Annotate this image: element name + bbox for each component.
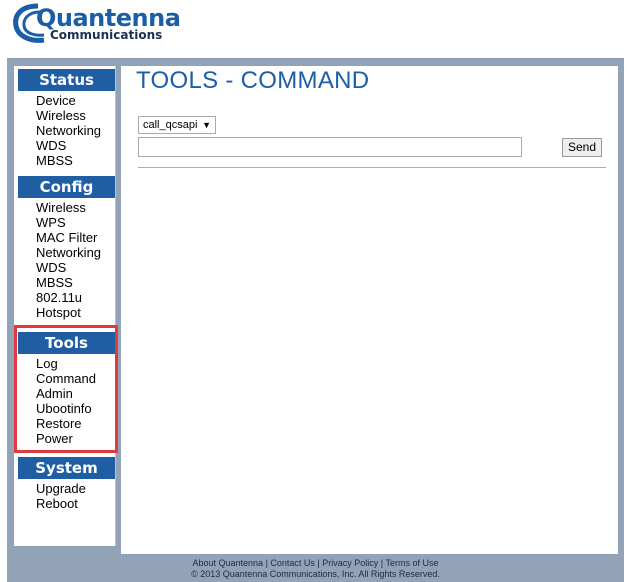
nav-item-tools-ubootinfo[interactable]: Ubootinfo: [36, 401, 115, 416]
nav-group-tools: Tools Log Command Admin Ubootinfo Restor…: [18, 332, 115, 448]
nav-group-title: Tools: [18, 332, 115, 354]
nav-item-system-reboot[interactable]: Reboot: [36, 496, 115, 511]
nav-group-status: Status Device Wireless Networking WDS MB…: [18, 69, 115, 170]
content-divider: [138, 167, 606, 168]
nav-group-config: Config Wireless WPS MAC Filter Networkin…: [18, 176, 115, 322]
footer-link-contact[interactable]: Contact Us: [270, 558, 315, 568]
nav-item-config-wps[interactable]: WPS: [36, 215, 115, 230]
nav-item-status-mbss[interactable]: MBSS: [36, 153, 115, 168]
nav-item-tools-power[interactable]: Power: [36, 431, 115, 446]
nav-group-system: System Upgrade Reboot: [18, 457, 115, 513]
nav-item-config-mac-filter[interactable]: MAC Filter: [36, 230, 115, 245]
nav-item-status-wds[interactable]: WDS: [36, 138, 115, 153]
nav-item-tools-log[interactable]: Log: [36, 356, 115, 371]
nav-item-status-wireless[interactable]: Wireless: [36, 108, 115, 123]
nav-item-tools-command[interactable]: Command: [36, 371, 115, 386]
nav-group-title: Status: [18, 69, 115, 91]
nav-item-config-wireless[interactable]: Wireless: [36, 200, 115, 215]
footer-link-terms[interactable]: Terms of Use: [385, 558, 438, 568]
quantenna-logo[interactable]: Quantenna Communications: [10, 2, 181, 46]
footer: About Quantenna | Contact Us | Privacy P…: [7, 554, 624, 582]
nav-item-tools-admin[interactable]: Admin: [36, 386, 115, 401]
page-title: TOOLS - COMMAND: [136, 67, 370, 94]
nav-item-config-wds[interactable]: WDS: [36, 260, 115, 275]
nav-item-config-networking[interactable]: Networking: [36, 245, 115, 260]
footer-copyright: © 2013 Quantenna Communications, Inc. Al…: [191, 569, 440, 579]
footer-link-privacy[interactable]: Privacy Policy: [322, 558, 378, 568]
nav-group-title: System: [18, 457, 115, 479]
send-button[interactable]: Send: [562, 138, 602, 157]
nav-group-title: Config: [18, 176, 115, 198]
command-select[interactable]: call_qcsapi ▼: [138, 116, 216, 134]
logo-subtitle: Communications: [50, 28, 163, 42]
command-select-value: call_qcsapi: [143, 119, 198, 131]
nav-item-status-networking[interactable]: Networking: [36, 123, 115, 138]
header: Quantenna Communications: [0, 0, 628, 50]
command-input[interactable]: [138, 137, 522, 157]
dropdown-arrow-icon: ▼: [202, 120, 211, 130]
nav-item-config-80211u[interactable]: 802.11u: [36, 290, 115, 305]
footer-link-about[interactable]: About Quantenna: [193, 558, 264, 568]
nav-item-system-upgrade[interactable]: Upgrade: [36, 481, 115, 496]
nav-item-tools-restore[interactable]: Restore: [36, 416, 115, 431]
nav-item-config-hotspot[interactable]: Hotspot: [36, 305, 115, 320]
nav-item-status-device[interactable]: Device: [36, 93, 115, 108]
nav-item-config-mbss[interactable]: MBSS: [36, 275, 115, 290]
